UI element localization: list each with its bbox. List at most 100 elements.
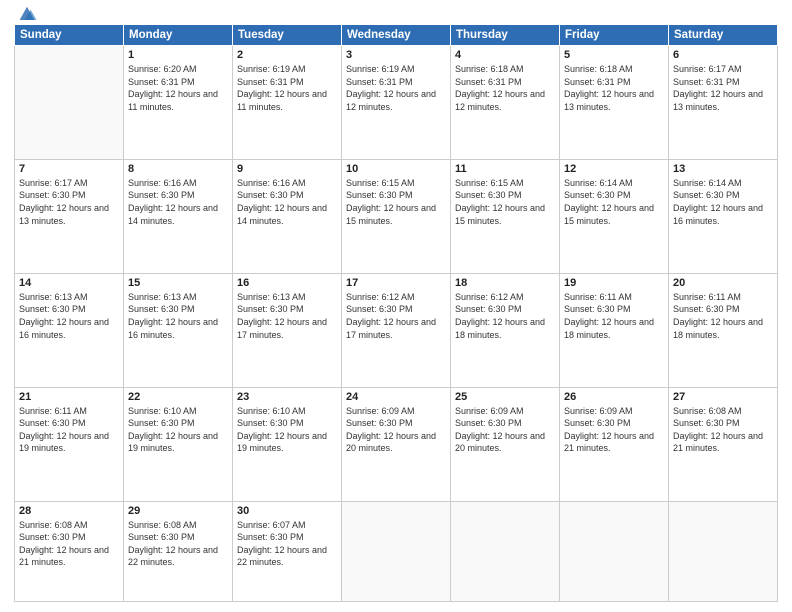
day-number: 25 (455, 391, 555, 403)
table-row: 30Sunrise: 6:07 AMSunset: 6:30 PMDayligh… (233, 501, 342, 602)
day-number: 9 (237, 163, 337, 175)
day-info: Sunrise: 6:10 AMSunset: 6:30 PMDaylight:… (128, 405, 228, 455)
table-row: 17 Sunrise: 6:12 AMSunset: 6:30 PMDayligh… (342, 273, 451, 387)
day-number: 30 (237, 505, 337, 517)
table-row: 21 Sunrise: 6:11 AMSunset: 6:30 PMDayligh… (15, 387, 124, 501)
day-number: 29 (128, 505, 228, 517)
day-info: Sunrise: 6:13 AMSunset: 6:30 PMDaylight:… (19, 291, 119, 341)
day-number: 11 (455, 163, 555, 175)
day-info: Sunrise: 6:14 AMSunset: 6:30 PMDaylight:… (564, 177, 664, 227)
table-row (560, 501, 669, 602)
day-info: Sunrise: 6:20 AMSunset: 6:31 PMDaylight:… (128, 63, 228, 113)
page: SundayMondayTuesdayWednesdayThursdayFrid… (0, 0, 792, 612)
logo-icon (16, 2, 38, 24)
day-number: 18 (455, 277, 555, 289)
day-number: 13 (673, 163, 773, 175)
day-number: 19 (564, 277, 664, 289)
calendar-week-row: 7 Sunrise: 6:17 AMSunset: 6:30 PMDaylight… (15, 159, 778, 273)
header (14, 10, 778, 18)
day-info: Sunrise: 6:16 AMSunset: 6:30 PMDaylight:… (128, 177, 228, 227)
day-number: 8 (128, 163, 228, 175)
table-row: 25 Sunrise: 6:09 AMSunset: 6:30 PMDayligh… (451, 387, 560, 501)
day-number: 22 (128, 391, 228, 403)
calendar-header-row: SundayMondayTuesdayWednesdayThursdayFrid… (15, 25, 778, 46)
day-number: 17 (346, 277, 446, 289)
table-row: 19 Sunrise: 6:11 AMSunset: 6:30 PMDayligh… (560, 273, 669, 387)
day-info: Sunrise: 6:15 AMSunset: 6:30 PMDaylight:… (455, 177, 555, 227)
table-row: 16Sunrise: 6:13 AMSunset: 6:30 PMDayligh… (233, 273, 342, 387)
day-number: 14 (19, 277, 119, 289)
table-row: 28 Sunrise: 6:08 AMSunset: 6:30 PMDayligh… (15, 501, 124, 602)
table-row: 24 Sunrise: 6:09 AMSunset: 6:30 PMDayligh… (342, 387, 451, 501)
table-row: 8 Sunrise: 6:16 AMSunset: 6:30 PMDaylight… (124, 159, 233, 273)
table-row: 15 Sunrise: 6:13 AMSunset: 6:30 PMDayligh… (124, 273, 233, 387)
day-number: 28 (19, 505, 119, 517)
table-row: 3Sunrise: 6:19 AMSunset: 6:31 PMDaylight… (342, 46, 451, 160)
day-info: Sunrise: 6:10 AMSunset: 6:30 PMDaylight:… (237, 405, 337, 455)
calendar-week-row: 28 Sunrise: 6:08 AMSunset: 6:30 PMDayligh… (15, 501, 778, 602)
table-row: 2 Sunrise: 6:19 AMSunset: 6:31 PMDaylight… (233, 46, 342, 160)
day-info: Sunrise: 6:14 AMSunset: 6:30 PMDaylight:… (673, 177, 773, 227)
day-info: Sunrise: 6:11 AMSunset: 6:30 PMDaylight:… (673, 291, 773, 341)
day-info: Sunrise: 6:08 AMSunset: 6:30 PMDaylight:… (673, 405, 773, 455)
calendar-header-thursday: Thursday (451, 25, 560, 46)
day-number: 27 (673, 391, 773, 403)
calendar-header-friday: Friday (560, 25, 669, 46)
day-number: 15 (128, 277, 228, 289)
day-info: Sunrise: 6:13 AMSunset: 6:30 PMDaylight:… (128, 291, 228, 341)
calendar-header-sunday: Sunday (15, 25, 124, 46)
day-info: Sunrise: 6:17 AMSunset: 6:30 PMDaylight:… (19, 177, 119, 227)
table-row (669, 501, 778, 602)
table-row: 27 Sunrise: 6:08 AMSunset: 6:30 PMDayligh… (669, 387, 778, 501)
day-number: 7 (19, 163, 119, 175)
day-number: 5 (564, 49, 664, 61)
day-info: Sunrise: 6:13 AMSunset: 6:30 PMDaylight:… (237, 291, 337, 341)
day-info: Sunrise: 6:09 AMSunset: 6:30 PMDaylight:… (564, 405, 664, 455)
day-info: Sunrise: 6:12 AMSunset: 6:30 PMDaylight:… (346, 291, 446, 341)
day-info: Sunrise: 6:11 AMSunset: 6:30 PMDaylight:… (564, 291, 664, 341)
day-number: 1 (128, 49, 228, 61)
table-row (342, 501, 451, 602)
day-number: 21 (19, 391, 119, 403)
day-number: 23 (237, 391, 337, 403)
calendar-header-wednesday: Wednesday (342, 25, 451, 46)
day-info: Sunrise: 6:19 AMSunset: 6:31 PMDaylight:… (237, 63, 337, 113)
day-number: 3 (346, 49, 446, 61)
day-info: Sunrise: 6:18 AMSunset: 6:31 PMDaylight:… (564, 63, 664, 113)
day-info: Sunrise: 6:16 AMSunset: 6:30 PMDaylight:… (237, 177, 337, 227)
table-row: 18 Sunrise: 6:12 AMSunset: 6:30 PMDayligh… (451, 273, 560, 387)
table-row: 26Sunrise: 6:09 AMSunset: 6:30 PMDayligh… (560, 387, 669, 501)
table-row: 23 Sunrise: 6:10 AMSunset: 6:30 PMDayligh… (233, 387, 342, 501)
table-row: 4 Sunrise: 6:18 AMSunset: 6:31 PMDaylight… (451, 46, 560, 160)
calendar-header-monday: Monday (124, 25, 233, 46)
day-number: 4 (455, 49, 555, 61)
table-row: 6Sunrise: 6:17 AMSunset: 6:31 PMDaylight… (669, 46, 778, 160)
table-row: 10Sunrise: 6:15 AMSunset: 6:30 PMDayligh… (342, 159, 451, 273)
calendar-header-tuesday: Tuesday (233, 25, 342, 46)
calendar-week-row: 1 Sunrise: 6:20 AMSunset: 6:31 PMDaylight… (15, 46, 778, 160)
table-row: 7 Sunrise: 6:17 AMSunset: 6:30 PMDaylight… (15, 159, 124, 273)
table-row: 11 Sunrise: 6:15 AMSunset: 6:30 PMDayligh… (451, 159, 560, 273)
day-info: Sunrise: 6:09 AMSunset: 6:30 PMDaylight:… (455, 405, 555, 455)
day-info: Sunrise: 6:08 AMSunset: 6:30 PMDaylight:… (128, 519, 228, 569)
day-info: Sunrise: 6:18 AMSunset: 6:31 PMDaylight:… (455, 63, 555, 113)
table-row: 20 Sunrise: 6:11 AMSunset: 6:30 PMDayligh… (669, 273, 778, 387)
table-row (451, 501, 560, 602)
day-info: Sunrise: 6:11 AMSunset: 6:30 PMDaylight:… (19, 405, 119, 455)
day-number: 20 (673, 277, 773, 289)
day-info: Sunrise: 6:15 AMSunset: 6:30 PMDaylight:… (346, 177, 446, 227)
day-info: Sunrise: 6:12 AMSunset: 6:30 PMDaylight:… (455, 291, 555, 341)
calendar-week-row: 14 Sunrise: 6:13 AMSunset: 6:30 PMDayligh… (15, 273, 778, 387)
day-info: Sunrise: 6:08 AMSunset: 6:30 PMDaylight:… (19, 519, 119, 569)
calendar-header-saturday: Saturday (669, 25, 778, 46)
calendar-table: SundayMondayTuesdayWednesdayThursdayFrid… (14, 24, 778, 602)
day-number: 24 (346, 391, 446, 403)
day-number: 6 (673, 49, 773, 61)
table-row: 22 Sunrise: 6:10 AMSunset: 6:30 PMDayligh… (124, 387, 233, 501)
day-number: 2 (237, 49, 337, 61)
table-row: 14 Sunrise: 6:13 AMSunset: 6:30 PMDayligh… (15, 273, 124, 387)
table-row: 29 Sunrise: 6:08 AMSunset: 6:30 PMDayligh… (124, 501, 233, 602)
logo (14, 10, 38, 18)
table-row: 1 Sunrise: 6:20 AMSunset: 6:31 PMDaylight… (124, 46, 233, 160)
day-info: Sunrise: 6:09 AMSunset: 6:30 PMDaylight:… (346, 405, 446, 455)
